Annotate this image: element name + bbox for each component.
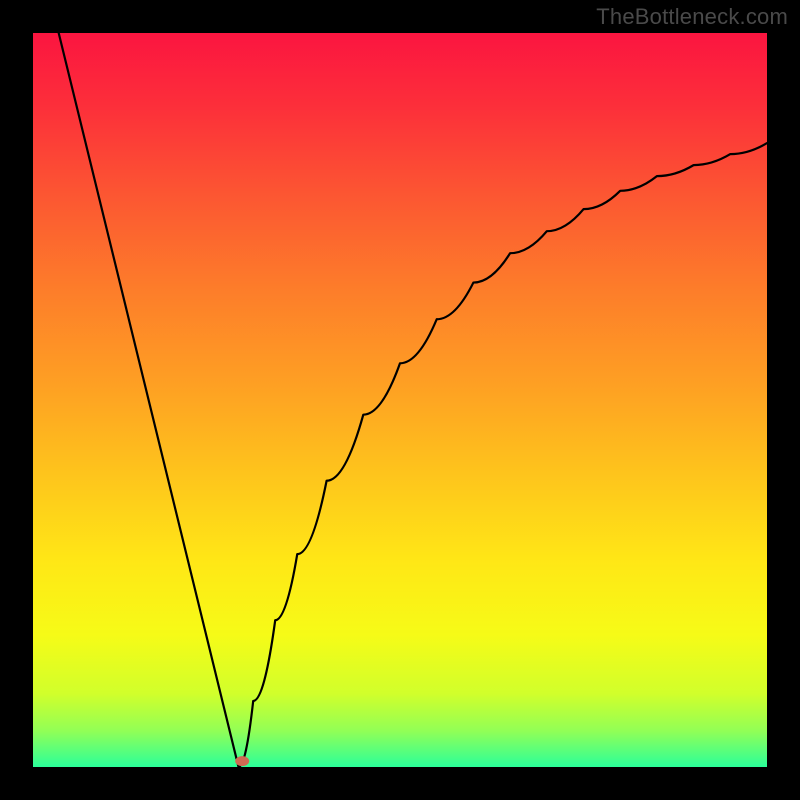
bottleneck-chart: [0, 0, 800, 800]
watermark-label: TheBottleneck.com: [596, 4, 788, 30]
chart-frame: TheBottleneck.com: [0, 0, 800, 800]
minimum-marker: [235, 756, 249, 766]
plot-background: [33, 33, 767, 767]
